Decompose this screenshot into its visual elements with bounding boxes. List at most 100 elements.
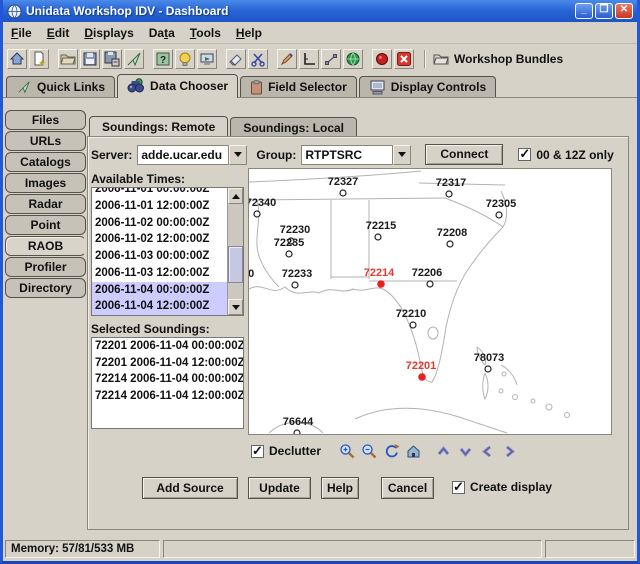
group-dropdown-icon[interactable] <box>393 145 411 165</box>
cancel-button[interactable]: Cancel <box>381 477 434 499</box>
list-item[interactable]: 72214 2006-11-04 00:00:00Z... <box>92 371 243 388</box>
list-item[interactable]: 2006-11-02 00:00:00Z <box>92 215 227 232</box>
reset-projection-icon[interactable] <box>381 442 401 460</box>
station-marker-72201[interactable] <box>418 373 426 381</box>
station-marker-72340[interactable] <box>254 211 260 217</box>
list-item[interactable]: 2006-11-03 00:00:00Z <box>92 248 227 265</box>
pan-down-icon[interactable] <box>455 442 475 460</box>
station-label-72215[interactable]: 72215 <box>366 220 397 232</box>
tips-lightbulb-icon[interactable] <box>175 49 195 69</box>
station-label-72214[interactable]: 72214 <box>364 267 395 279</box>
times-scrollbar[interactable] <box>227 188 243 315</box>
scroll-down-icon[interactable] <box>228 299 243 315</box>
tab-data-chooser[interactable]: Data Chooser <box>117 74 238 98</box>
save-as-icon[interactable] <box>102 49 122 69</box>
remove-data-scissors-icon[interactable] <box>248 49 268 69</box>
sidebar-item-raob[interactable]: RAOB <box>5 236 86 256</box>
available-times-list[interactable]: 2006-11-01 00:00:00Z2006-11-01 12:00:00Z… <box>91 187 244 316</box>
station-label-72327[interactable]: 72327 <box>328 176 359 188</box>
station-marker-72206[interactable] <box>427 281 433 287</box>
add-source-button[interactable]: Add Source <box>142 477 238 499</box>
zoom-in-icon[interactable] <box>337 442 357 460</box>
station-label-72230[interactable]: 72230 <box>280 224 311 236</box>
field-selector-icon[interactable]: ? <box>153 49 173 69</box>
subtab-soundings-local[interactable]: Soundings: Local <box>230 117 357 137</box>
sidebar-item-directory[interactable]: Directory <box>5 278 86 298</box>
station-label-72233[interactable]: 72233 <box>282 268 313 280</box>
station-label-72317[interactable]: 72317 <box>436 177 467 189</box>
save-icon[interactable] <box>80 49 100 69</box>
tab-field-selector[interactable]: Field Selector <box>240 76 357 97</box>
sidebar-item-catalogs[interactable]: Catalogs <box>5 152 86 172</box>
z-filter-checkbox[interactable] <box>518 148 531 161</box>
remove-displays-eraser-icon[interactable] <box>226 49 246 69</box>
station-marker-72305[interactable] <box>496 212 502 218</box>
record-icon[interactable] <box>372 49 392 69</box>
station-label-76644[interactable]: 76644 <box>283 416 314 428</box>
subtab-soundings-remote[interactable]: Soundings: Remote <box>89 116 228 138</box>
help-button[interactable]: Help <box>321 477 359 499</box>
connect-button[interactable]: Connect <box>425 144 503 165</box>
group-value[interactable]: RTPTSRC <box>301 145 393 165</box>
menu-data[interactable]: Data <box>149 26 175 40</box>
station-marker-72208[interactable] <box>447 241 453 247</box>
station-label-72208[interactable]: 72208 <box>437 227 468 239</box>
workshop-bundles[interactable]: Workshop Bundles <box>433 52 563 66</box>
station-marker-72210[interactable] <box>410 322 416 328</box>
station-marker-72215[interactable] <box>375 234 381 240</box>
sidebar-item-point[interactable]: Point <box>5 215 86 235</box>
list-item[interactable]: 72214 2006-11-04 12:00:00Z... <box>92 388 243 405</box>
menu-help[interactable]: Help <box>236 26 262 40</box>
open-bundle-icon[interactable] <box>58 49 78 69</box>
plot-axes-icon[interactable] <box>299 49 319 69</box>
sidebar-item-urls[interactable]: URLs <box>5 131 86 151</box>
list-item[interactable]: 2006-11-01 12:00:00Z <box>92 198 227 215</box>
station-marker-72233[interactable] <box>292 282 298 288</box>
list-item[interactable]: 2006-11-03 12:00:00Z <box>92 265 227 282</box>
station-marker-72317[interactable] <box>446 191 452 197</box>
station-label-72340[interactable]: 72340 <box>249 197 276 209</box>
sidebar-item-radar[interactable]: Radar <box>5 194 86 214</box>
exit-icon[interactable] <box>394 49 414 69</box>
minimize-button[interactable]: _ <box>575 3 593 19</box>
server-combobox[interactable]: adde.ucar.edu <box>137 145 247 165</box>
station-map[interactable]: 7232772340723177230572230722157223572208… <box>248 168 612 435</box>
new-bundle-icon[interactable] <box>29 49 49 69</box>
station-label-72201[interactable]: 72201 <box>406 360 437 372</box>
declutter-checkbox[interactable] <box>251 445 264 458</box>
sidebar-item-files[interactable]: Files <box>5 110 86 130</box>
scrollbar-thumb[interactable] <box>228 246 243 283</box>
group-combobox[interactable]: RTPTSRC <box>301 145 411 165</box>
close-button[interactable]: ✕ <box>615 3 633 19</box>
server-dropdown-icon[interactable] <box>229 145 247 165</box>
station-label-72235[interactable]: 72235 <box>274 237 305 249</box>
list-item[interactable]: 2006-11-01 00:00:00Z <box>92 187 227 198</box>
globe-icon[interactable] <box>343 49 363 69</box>
station-label-72210[interactable]: 72210 <box>396 308 427 320</box>
server-value[interactable]: adde.ucar.edu <box>137 145 229 165</box>
pan-left-icon[interactable] <box>477 442 497 460</box>
menu-displays[interactable]: Displays <box>84 26 133 40</box>
sidebar-item-images[interactable]: Images <box>5 173 86 193</box>
sidebar-item-profiler[interactable]: Profiler <box>5 257 86 277</box>
list-item[interactable]: 2006-11-04 00:00:00Z <box>92 282 227 299</box>
drawing-pencil-icon[interactable] <box>277 49 297 69</box>
list-item[interactable]: 2006-11-02 12:00:00Z <box>92 231 227 248</box>
display-controls-icon[interactable] <box>197 49 217 69</box>
station-marker-72235[interactable] <box>286 251 292 257</box>
menu-file[interactable]: File <box>11 26 32 40</box>
station-label-78073[interactable]: 78073 <box>474 352 505 364</box>
scroll-up-icon[interactable] <box>228 188 243 204</box>
tab-quick-links[interactable]: Quick Links <box>6 76 115 97</box>
station-marker-76644[interactable] <box>294 430 300 434</box>
list-item[interactable]: 72201 2006-11-04 12:00:00Z... <box>92 355 243 372</box>
list-item[interactable]: 2006-11-04 12:00:00Z <box>92 298 227 315</box>
probe-line-icon[interactable] <box>321 49 341 69</box>
selected-soundings-list[interactable]: 72201 2006-11-04 00:00:00Z...72201 2006-… <box>91 337 244 429</box>
menu-tools[interactable]: Tools <box>190 26 221 40</box>
home-icon[interactable] <box>7 49 27 69</box>
station-marker-72327[interactable] <box>340 190 346 196</box>
menu-edit[interactable]: Edit <box>47 26 70 40</box>
quick-links-icon[interactable] <box>124 49 144 69</box>
station-marker-78073[interactable] <box>485 366 491 372</box>
